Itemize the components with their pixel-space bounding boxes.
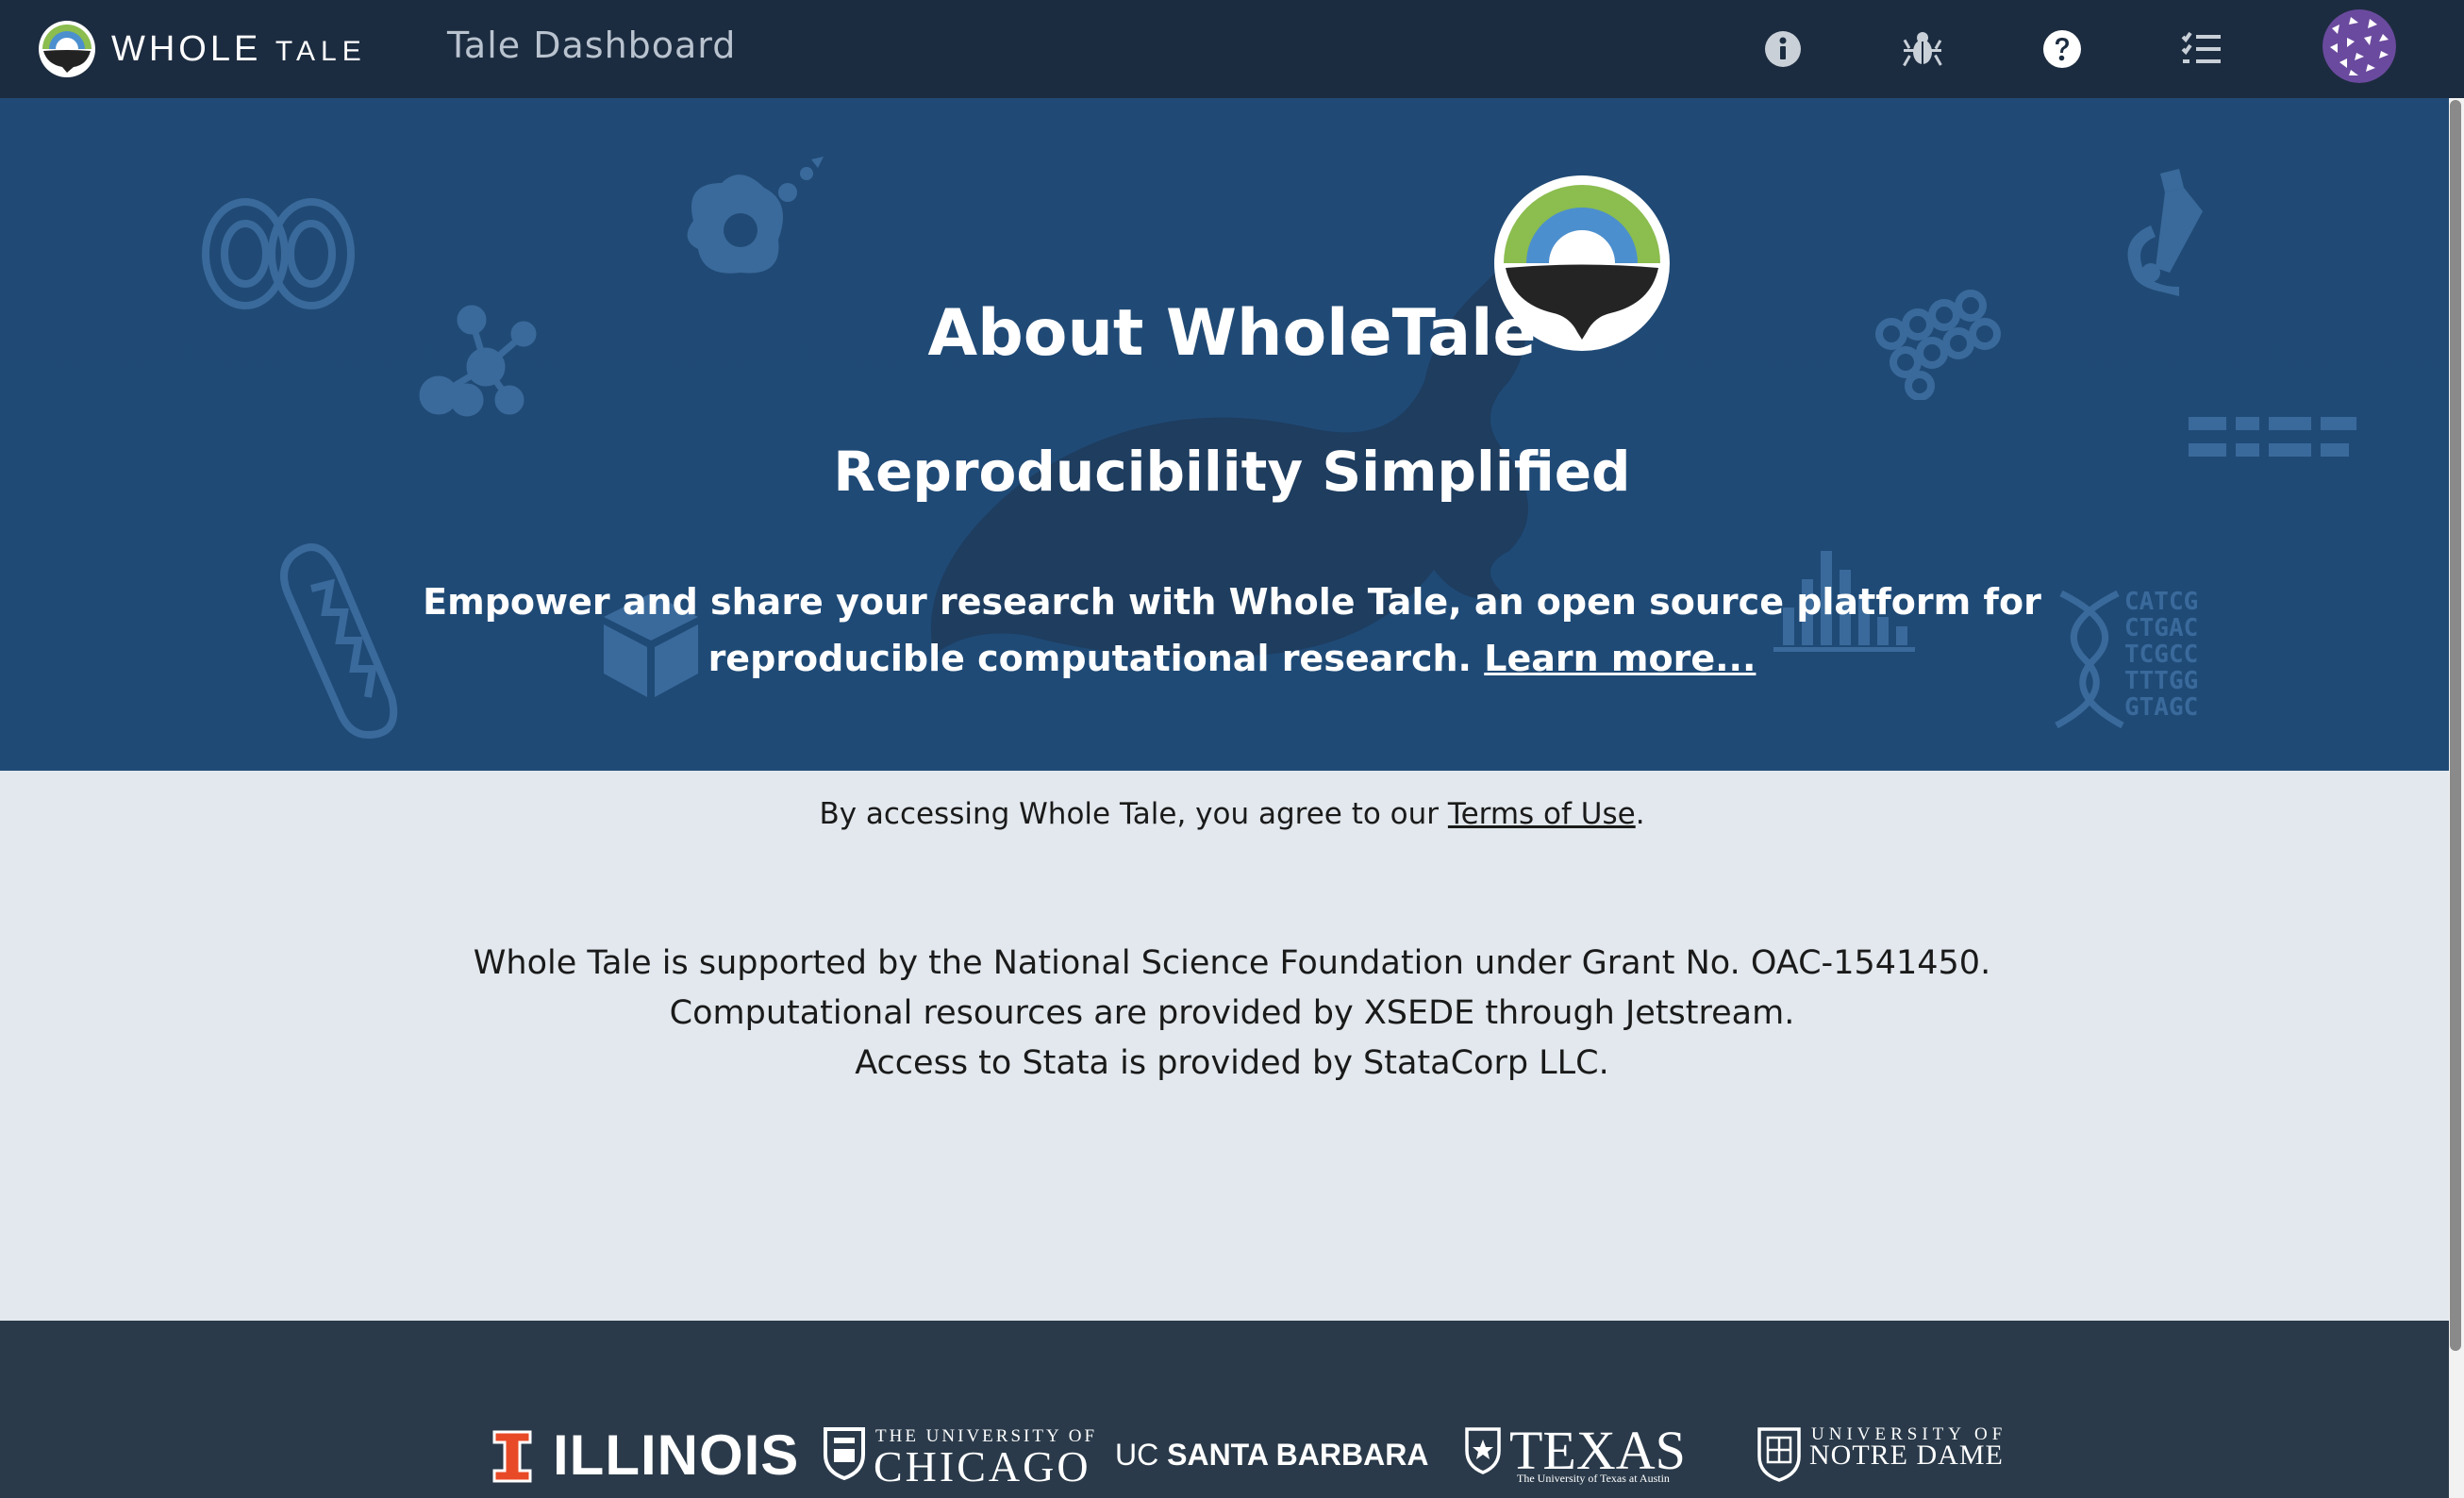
- brand-tale: TALE: [275, 35, 367, 67]
- terms-notice: By accessing Whole Tale, you agree to ou…: [0, 797, 2464, 831]
- terms-suffix: .: [1635, 797, 1645, 831]
- illinois-block-i-icon: [492, 1430, 532, 1483]
- hero-description-line2: reproducible computational research. Lea…: [0, 630, 2449, 687]
- info-icon[interactable]: [1755, 21, 1811, 77]
- bacteria-icon: [687, 157, 824, 274]
- nd-main-text: NOTRE DAME: [1809, 1440, 2004, 1471]
- support-line-nsf: Whole Tale is supported by the National …: [473, 944, 1991, 982]
- terms-prefix: By accessing Whole Tale, you agree to ou…: [819, 797, 1440, 831]
- bug-icon[interactable]: [1894, 21, 1951, 77]
- chicago-main-text: CHICAGO: [874, 1442, 1091, 1490]
- hero-title: About WholeTale: [927, 296, 1537, 371]
- brand-whole: WHOLE: [111, 28, 262, 69]
- brand-link[interactable]: WHOLE TALE: [38, 17, 367, 81]
- partner-illinois: ILLINOIS: [553, 1423, 800, 1487]
- partner-ucsb: UC SANTA BARBARA: [1115, 1438, 1428, 1473]
- microscope-icon: [2127, 169, 2203, 296]
- notre-dame-shield-icon: [1757, 1427, 1801, 1482]
- dna-line: GTAGC: [2124, 693, 2199, 722]
- task-list-icon[interactable]: [2173, 21, 2230, 77]
- support-line-xsede: Computational resources are provided by …: [669, 994, 1795, 1032]
- texas-shield-icon: [1465, 1427, 1501, 1474]
- chicago-shield-icon: [824, 1427, 865, 1481]
- page-scrollbar-thumb[interactable]: [2450, 100, 2461, 1351]
- wholetale-logo-icon: [39, 21, 95, 77]
- terms-of-use-link[interactable]: Terms of Use: [1448, 797, 1636, 831]
- support-acknowledgements: Whole Tale is supported by the National …: [0, 939, 2464, 1089]
- hero-subtitle: Reproducibility Simplified: [833, 440, 1631, 504]
- help-icon[interactable]: [2034, 21, 2090, 77]
- user-avatar[interactable]: [2322, 9, 2396, 83]
- hero-description-line2-text: reproducible computational research.: [708, 638, 1472, 679]
- ucsb-uc: UC: [1115, 1438, 1159, 1472]
- partner-footer: ILLINOIS THE UNIVERSITY OF CHICAGO UC SA…: [0, 1321, 2449, 1498]
- learn-more-link[interactable]: Learn more...: [1484, 638, 1756, 679]
- hero-description: Empower and share your research with Who…: [0, 574, 2449, 687]
- texas-sub-text: The University of Texas at Austin: [1517, 1472, 1670, 1485]
- nav-title-tale-dashboard[interactable]: Tale Dashboard: [447, 25, 736, 66]
- about-hero-banner: CATCG CTGAC TCGCC TTTGG GTAGC About Whol…: [0, 98, 2449, 771]
- hero-description-line1: Empower and share your research with Who…: [423, 581, 2041, 623]
- brand-name: WHOLE TALE: [111, 29, 367, 70]
- top-navbar: WHOLE TALE Tale Dashboard: [0, 0, 2464, 98]
- support-line-stata: Access to Stata is provided by StataCorp…: [855, 1044, 1609, 1082]
- ucsb-main: SANTA BARBARA: [1167, 1438, 1429, 1472]
